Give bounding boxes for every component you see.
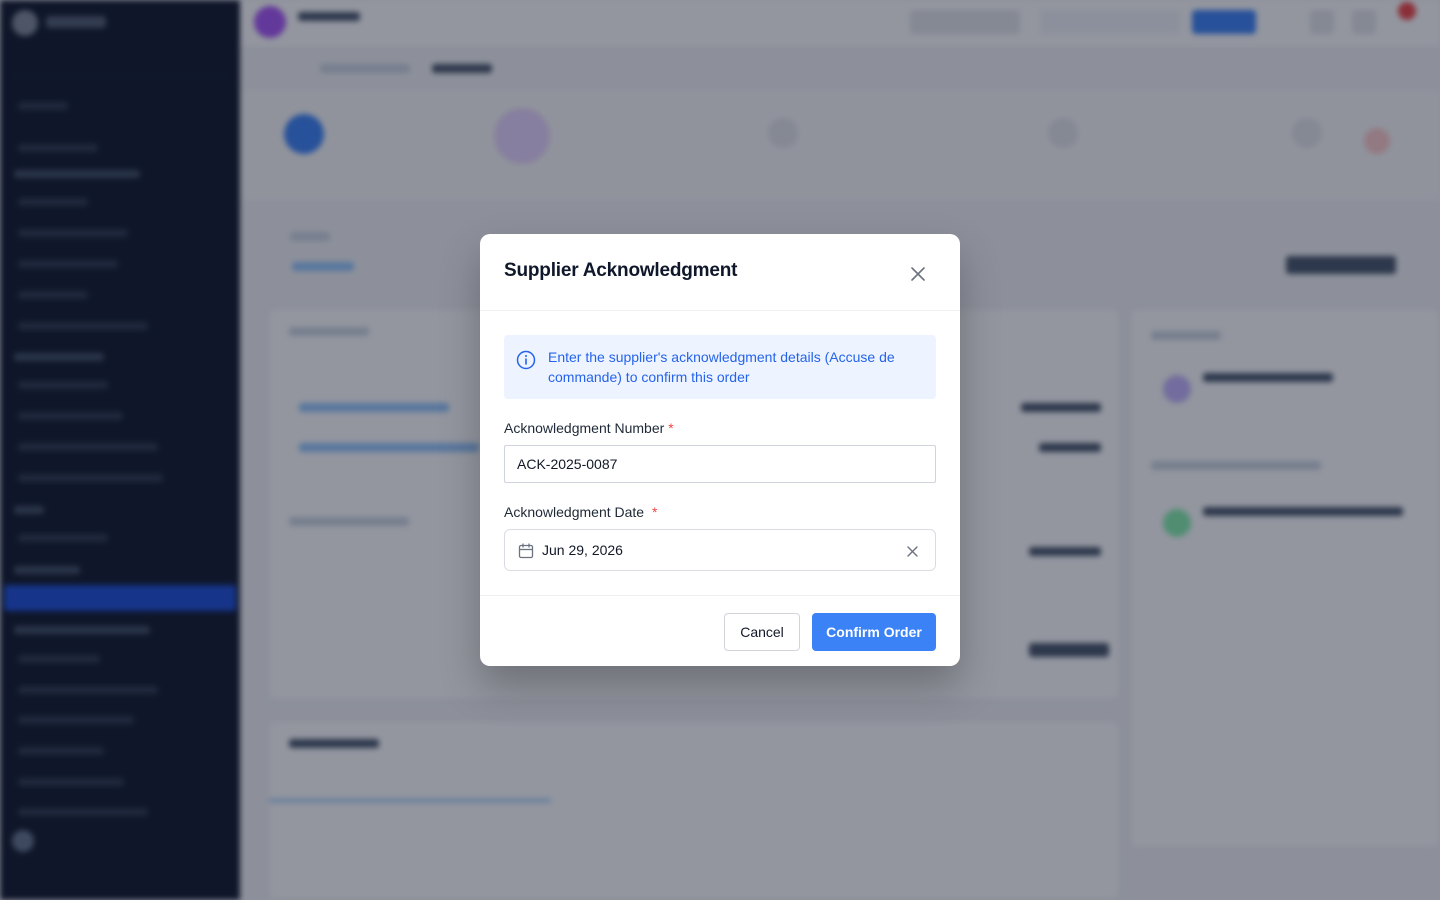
- close-button[interactable]: [904, 260, 932, 288]
- info-icon: [516, 350, 536, 370]
- dialog-header: Supplier Acknowledgment: [480, 234, 960, 311]
- ack-number-label: Acknowledgment Number *: [504, 420, 674, 436]
- calendar-icon: [518, 543, 534, 559]
- info-alert: Enter the supplier's acknowledgment deta…: [504, 335, 936, 399]
- required-asterisk: *: [668, 420, 674, 436]
- ack-date-picker[interactable]: Jun 29, 2026: [504, 529, 936, 571]
- required-asterisk: *: [651, 504, 658, 520]
- date-clear-button[interactable]: [901, 540, 923, 562]
- ack-date-label-text: Acknowledgment Date: [504, 504, 645, 520]
- info-alert-text: Enter the supplier's acknowledgment deta…: [548, 349, 895, 385]
- dialog-footer: Cancel Confirm Order: [480, 595, 960, 666]
- ack-date-label: Acknowledgment Date *: [504, 504, 657, 520]
- close-icon: [911, 267, 925, 281]
- confirm-order-button[interactable]: Confirm Order: [812, 613, 936, 651]
- cancel-button[interactable]: Cancel: [724, 613, 800, 651]
- supplier-acknowledgment-dialog: Supplier Acknowledgment Enter the suppli…: [480, 234, 960, 666]
- clear-icon: [906, 545, 918, 557]
- ack-date-value: Jun 29, 2026: [542, 542, 623, 558]
- dialog-title: Supplier Acknowledgment: [504, 260, 738, 281]
- ack-number-input[interactable]: [504, 445, 936, 483]
- ack-number-label-text: Acknowledgment Number: [504, 420, 665, 436]
